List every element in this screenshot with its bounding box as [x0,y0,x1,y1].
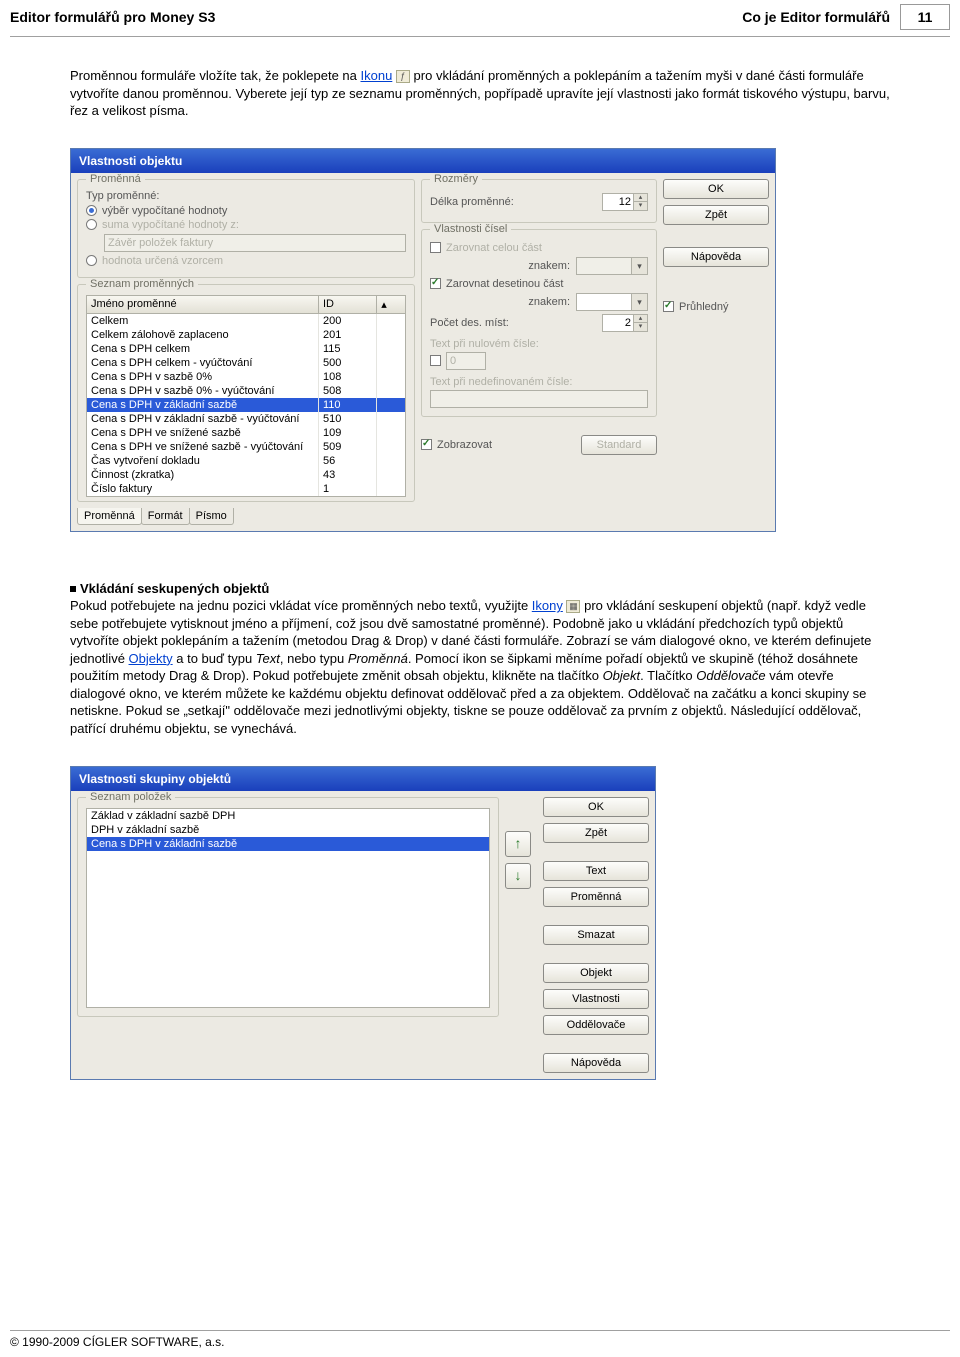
dropdown-znak1[interactable]: ▾ [576,257,648,275]
move-up-button[interactable]: ↑ [505,831,531,857]
delka-spinner[interactable]: ▴▾ [602,193,648,211]
group-icon: ▦ [566,600,580,613]
suma-source-field [104,234,406,252]
dialog-vlastnosti-objektu: Vlastnosti objektu Proměnná Typ proměnné… [70,148,776,532]
napoveda-button[interactable]: Nápověda [543,1053,649,1073]
paragraph-1: Proměnnou formuláře vložíte tak, že pokl… [0,39,960,138]
text-nedef-field[interactable] [430,390,648,408]
promenna-button[interactable]: Proměnná [543,887,649,907]
list-item[interactable]: Číslo faktury1 [87,482,405,496]
group-object-list[interactable]: Základ v základní sazbě DPHDPH v základn… [86,808,490,1008]
label-text-nulove: Text při nulovém čísle: [430,338,648,350]
list-header: Jméno proměnné ID ▴ [86,295,406,314]
dialog2-title: Vlastnosti skupiny objektů [71,767,655,791]
doc-title-left: Editor formulářů pro Money S3 [10,9,215,25]
list-item[interactable]: Cena s DPH v sazbě 0%108 [87,370,405,384]
paragraph-2: Vkládání seskupených objektů Pokud potře… [0,552,960,756]
tab-format[interactable]: Formát [141,508,190,525]
check-zarovnat-cela[interactable]: Zarovnat celou část [430,242,648,254]
list-item[interactable]: Cena s DPH celkem115 [87,342,405,356]
list-item[interactable]: Základ v základní sazbě DPH [87,809,489,823]
standard-button[interactable]: Standard [581,435,657,455]
group-promenna: Proměnná Typ proměnné: výběr vypočítané … [77,179,415,278]
check-pruhledny[interactable]: Průhledný [663,301,769,313]
oddelovace-button[interactable]: Oddělovače [543,1015,649,1035]
dialog-vlastnosti-skupiny: Vlastnosti skupiny objektů Seznam polože… [70,766,656,1080]
check-zarovnat-des[interactable]: Zarovnat desetinou část [430,278,648,290]
group-seznam-polozek: Seznam položek Základ v základní sazbě D… [77,797,499,1017]
list-item[interactable]: Cena s DPH v základní sazbě110 [87,398,405,412]
radio-vypocitana[interactable]: výběr vypočítané hodnoty [86,205,406,217]
list-item[interactable]: Celkem zálohově zaplaceno201 [87,328,405,342]
label-znakem2: znakem: [430,296,570,308]
zpet-button[interactable]: Zpět [663,205,769,225]
dropdown-znak2[interactable]: ▾ [576,293,648,311]
group-vlastnosti-cisel: Vlastnosti čísel Zarovnat celou část zna… [421,229,657,417]
ok-button[interactable]: OK [663,179,769,199]
check-text-nulove[interactable] [430,352,648,370]
dialog-title: Vlastnosti objektu [71,149,775,173]
objekt-button[interactable]: Objekt [543,963,649,983]
check-zobrazovat[interactable] [421,439,432,450]
list-item[interactable]: Cena s DPH ve snížené sazbě109 [87,426,405,440]
label-text-nedef: Text při nedefinovaném čísle: [430,376,648,388]
footer-copyright: © 1990-2009 CÍGLER SOFTWARE, a.s. [10,1335,950,1349]
label-typ-promenne: Typ proměnné: [86,190,406,202]
ok-button[interactable]: OK [543,797,649,817]
variable-list[interactable]: Celkem200Celkem zálohově zaplaceno201Cen… [86,314,406,497]
group-rozmery: Rozměry Délka proměnné: ▴▾ [421,179,657,223]
list-item[interactable]: DPH v základní sazbě [87,823,489,837]
vlastnosti-button[interactable]: Vlastnosti [543,989,649,1009]
scroll-up-icon[interactable]: ▴ [377,296,391,313]
tab-pismo[interactable]: Písmo [189,508,234,525]
list-item[interactable]: Cena s DPH v základní sazbě [87,837,489,851]
list-item[interactable]: Cena s DPH ve snížené sazbě - vyúčtování… [87,440,405,454]
list-item[interactable]: Cena s DPH v sazbě 0% - vyúčtování508 [87,384,405,398]
link-ikony[interactable]: Ikony [532,598,563,613]
zpet-button[interactable]: Zpět [543,823,649,843]
pocet-spinner[interactable]: ▴▾ [602,314,648,332]
move-down-button[interactable]: ↓ [505,863,531,889]
link-objekty[interactable]: Objekty [129,651,173,666]
label-pocet-mist: Počet des. míst: [430,317,596,329]
smazat-button[interactable]: Smazat [543,925,649,945]
tab-promenna[interactable]: Proměnná [77,508,142,525]
label-znakem1: znakem: [430,260,570,272]
radio-suma[interactable]: suma vypočítané hodnoty z: [86,219,406,231]
radio-vzorec[interactable]: hodnota určená vzorcem [86,255,406,267]
text-button[interactable]: Text [543,861,649,881]
group-seznam-promennych: Seznam proměnných Jméno proměnné ID ▴ Ce… [77,284,415,502]
list-item[interactable]: Čas vytvoření dokladu56 [87,454,405,468]
dialog-tabs: Proměnná Formát Písmo [77,508,415,525]
label-zobrazovat: Zobrazovat [437,439,492,451]
list-item[interactable]: Celkem200 [87,314,405,328]
list-item[interactable]: Cena s DPH v základní sazbě - vyúčtování… [87,412,405,426]
link-ikonu[interactable]: Ikonu [361,68,393,83]
napoveda-button[interactable]: Nápověda [663,247,769,267]
page-number: 11 [900,4,950,30]
label-delka: Délka proměnné: [430,196,596,208]
variable-icon: ƒ [396,70,410,83]
doc-title-right: Co je Editor formulářů [742,9,890,25]
list-item[interactable]: Cena s DPH celkem - vyúčtování500 [87,356,405,370]
list-item[interactable]: Činnost (zkratka)43 [87,468,405,482]
